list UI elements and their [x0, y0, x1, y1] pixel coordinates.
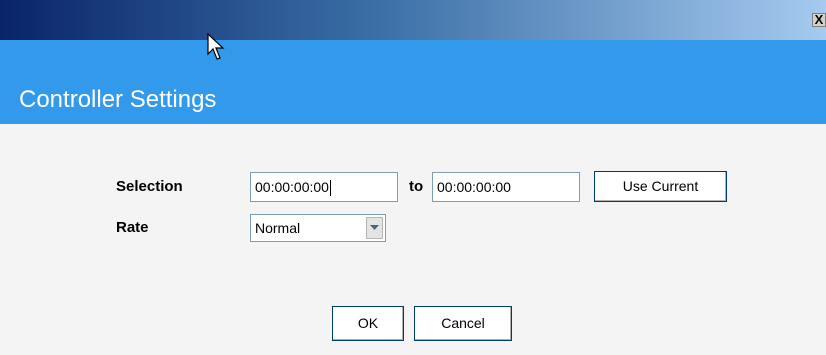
cancel-button[interactable]: Cancel — [414, 306, 512, 341]
selection-end-input[interactable]: 00:00:00:00 — [432, 172, 580, 202]
dialog-title: Controller Settings — [19, 86, 217, 113]
text-caret — [329, 180, 331, 197]
window-titlebar[interactable] — [0, 0, 826, 40]
dialog-body — [0, 124, 826, 355]
ok-button[interactable]: OK — [332, 306, 404, 341]
dialog-header: Controller Settings — [0, 40, 826, 124]
to-label: to — [409, 178, 424, 195]
rate-selected-value: Normal — [255, 220, 301, 236]
close-button[interactable]: X — [812, 13, 826, 27]
selection-start-value: 00:00:00:00 — [255, 179, 329, 195]
selection-end-value: 00:00:00:00 — [437, 179, 511, 195]
rate-label: Rate — [116, 219, 149, 236]
rate-select[interactable]: Normal — [250, 214, 386, 242]
mouse-pointer-icon — [207, 33, 225, 60]
dropdown-arrow-button[interactable] — [366, 217, 383, 239]
use-current-button[interactable]: Use Current — [594, 171, 727, 202]
chevron-down-icon — [370, 225, 379, 230]
selection-start-input[interactable]: 00:00:00:00 — [250, 172, 398, 202]
selection-label: Selection — [116, 178, 183, 195]
